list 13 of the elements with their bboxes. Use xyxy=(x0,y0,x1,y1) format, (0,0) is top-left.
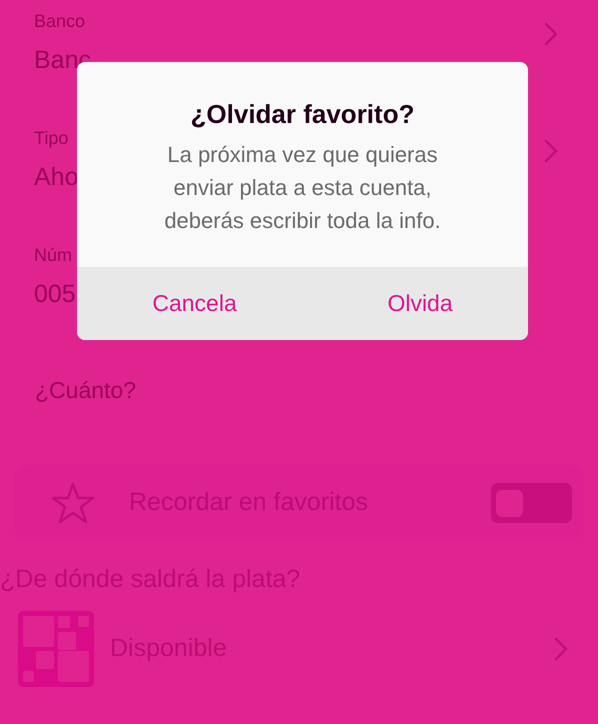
chevron-icon xyxy=(554,637,568,661)
field-value: Aho xyxy=(34,162,78,193)
field-value: 005 xyxy=(34,279,76,310)
star-icon xyxy=(51,482,95,524)
tiles-icon xyxy=(18,611,94,687)
field-label: Núm xyxy=(34,244,74,267)
dialog-button[interactable]: Cancela xyxy=(142,280,247,327)
dialog-button[interactable]: Olvida xyxy=(377,280,463,327)
dialog-title: ¿Olvidar favorito? xyxy=(190,98,416,130)
amount-label: ¿Cuánto? xyxy=(35,376,138,405)
dialog-message: La próxima vez que quieras enviar plata a esta cuenta, deberás escribir toda la info. xyxy=(163,141,442,235)
field-label: Tipo xyxy=(34,127,70,150)
field-label: Banco xyxy=(34,10,86,33)
